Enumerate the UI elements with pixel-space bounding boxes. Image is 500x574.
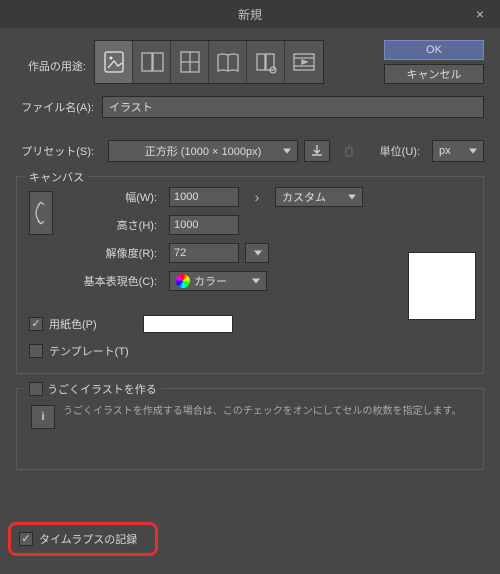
colormode-label: 基本表現色(C): <box>63 273 163 289</box>
preset-save-button[interactable] <box>304 140 330 162</box>
purpose-print-icon[interactable] <box>247 41 285 83</box>
purpose-toolbar <box>94 40 324 84</box>
color-wheel-icon <box>176 274 190 288</box>
paper-color-checkbox[interactable] <box>29 317 43 331</box>
purpose-frame-icon[interactable] <box>171 41 209 83</box>
canvas-legend: キャンバス <box>25 169 88 185</box>
titlebar: 新規 × <box>0 0 500 28</box>
paper-color-label: 用紙色(P) <box>49 316 97 332</box>
filename-label: ファイル名(A): <box>16 99 102 115</box>
swap-arrow-icon[interactable]: › <box>245 187 269 207</box>
animation-hint-text: うごくイラストを作成する場合は、このチェックをオンにしてセルの枚数を指定します。 <box>63 405 462 429</box>
timelapse-checkbox[interactable] <box>19 532 33 546</box>
template-label: テンプレート(T) <box>49 343 129 359</box>
preset-select[interactable]: 正方形 (1000 × 1000px) <box>108 140 298 162</box>
resolution-label: 解像度(R): <box>63 245 163 261</box>
height-input[interactable] <box>169 215 239 235</box>
cancel-button[interactable]: キャンセル <box>384 64 484 84</box>
timelapse-label: タイムラプスの記録 <box>39 531 137 547</box>
purpose-animation-icon[interactable] <box>285 41 323 83</box>
animation-fieldset: うごくイラストを作る i うごくイラストを作成する場合は、このチェックをオンにし… <box>16 388 484 470</box>
purpose-comic-icon[interactable] <box>133 41 171 83</box>
paper-color-swatch[interactable] <box>143 315 233 333</box>
preset-delete-button <box>336 140 362 162</box>
colormode-select[interactable]: カラー <box>169 271 267 291</box>
resolution-input[interactable] <box>169 243 239 263</box>
height-label: 高さ(H): <box>63 217 163 233</box>
orientation-button[interactable] <box>29 191 53 235</box>
purpose-label: 作品の用途: <box>16 40 86 74</box>
timelapse-highlight: タイムラプスの記録 <box>8 522 158 556</box>
filename-input[interactable] <box>102 96 484 118</box>
purpose-book-icon[interactable] <box>209 41 247 83</box>
unit-label: 単位(U): <box>380 143 426 159</box>
canvas-preview <box>408 252 476 320</box>
purpose-illustration-icon[interactable] <box>95 41 133 83</box>
unit-select[interactable]: px <box>432 140 484 162</box>
close-button[interactable]: × <box>460 0 500 28</box>
ok-button[interactable]: OK <box>384 40 484 60</box>
template-checkbox[interactable] <box>29 344 43 358</box>
resolution-preset-select[interactable] <box>245 243 269 263</box>
dialog-title: 新規 <box>238 6 262 23</box>
animation-checkbox[interactable] <box>29 382 43 396</box>
size-preset-select[interactable]: カスタム <box>275 187 363 207</box>
preset-label: プリセット(S): <box>16 143 102 159</box>
info-icon: i <box>31 405 55 429</box>
width-input[interactable] <box>169 187 239 207</box>
width-label: 幅(W): <box>63 189 163 205</box>
animation-legend: うごくイラストを作る <box>25 381 161 397</box>
